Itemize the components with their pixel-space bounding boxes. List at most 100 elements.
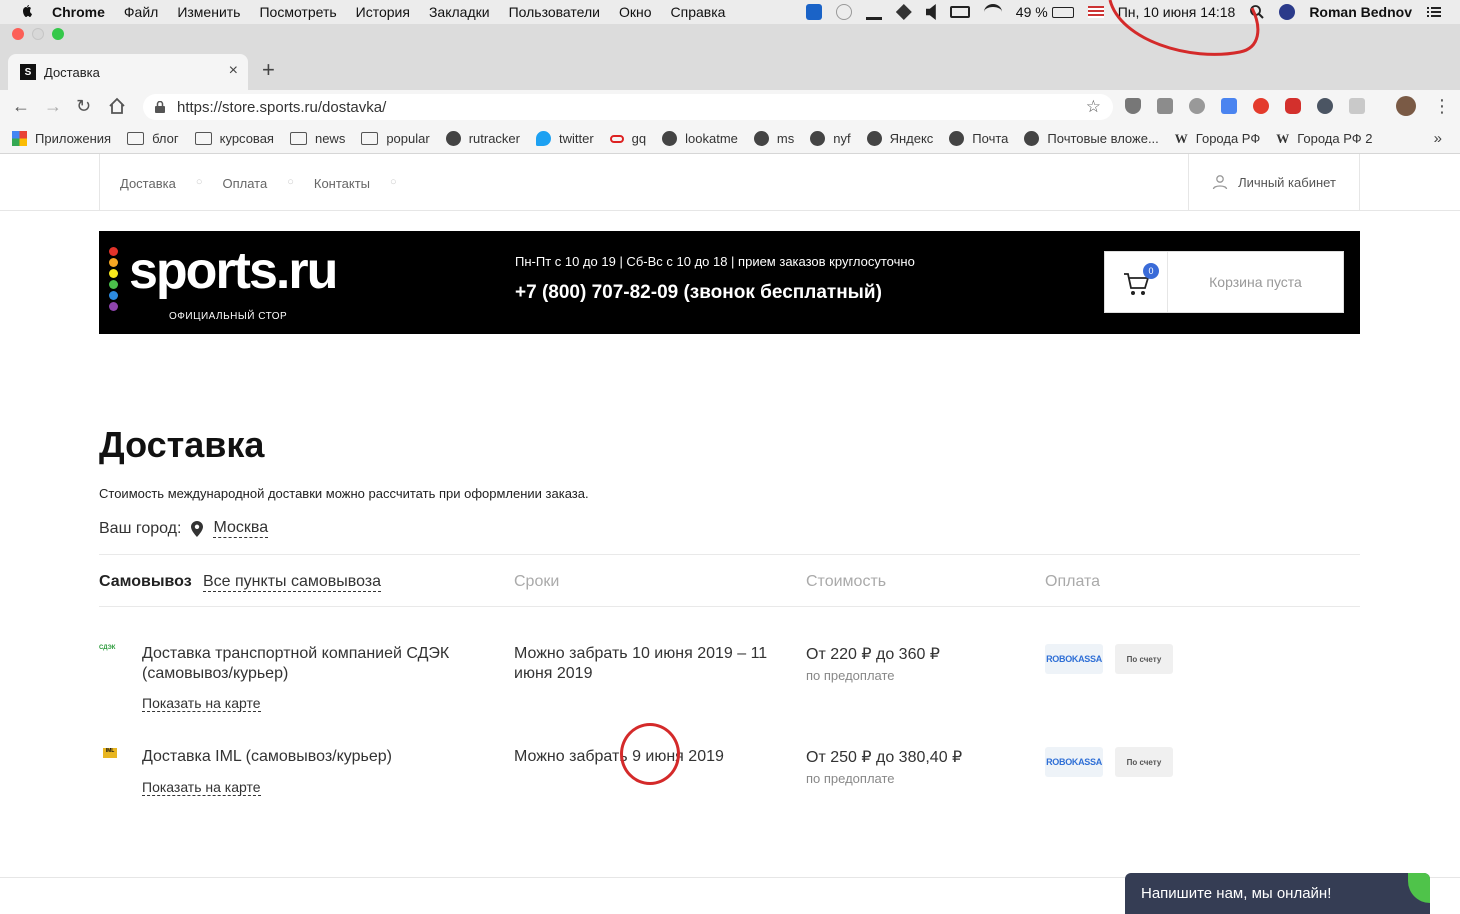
show-on-map-link[interactable]: Показать на карте: [142, 695, 261, 712]
menu-history[interactable]: История: [356, 4, 410, 20]
gq-icon: [609, 134, 624, 143]
browser-tab[interactable]: S Доставка ×: [8, 54, 248, 90]
extension-w-icon[interactable]: [1317, 98, 1333, 114]
notification-center-icon[interactable]: [1426, 4, 1442, 20]
bookmark-nyf[interactable]: nyf: [810, 131, 851, 146]
lock-icon[interactable]: [155, 101, 165, 113]
nav-link-payment[interactable]: Оплата: [222, 176, 267, 191]
airport-icon[interactable]: [865, 4, 882, 20]
nav-link-delivery[interactable]: Доставка: [120, 176, 176, 191]
menu-help[interactable]: Справка: [671, 4, 726, 20]
address-bar[interactable]: https://store.sports.ru/dostavka/ ☆: [143, 94, 1113, 120]
logo-subtitle: ОФИЦИАЛЬНЫЙ СТОР: [169, 311, 288, 322]
apple-logo-icon[interactable]: [18, 4, 34, 20]
bookmark-label: nyf: [833, 131, 851, 146]
cart-status-text: Корзина пуста: [1209, 274, 1302, 290]
bookmark-ms[interactable]: ms: [753, 131, 794, 146]
network-icon[interactable]: [895, 4, 912, 20]
robokassa-logo: ROBOKASSA: [1045, 644, 1103, 674]
show-on-map-link[interactable]: Показать на карте: [142, 779, 261, 796]
extension-database-icon[interactable]: [1189, 98, 1205, 114]
menu-bookmarks[interactable]: Закладки: [429, 4, 490, 20]
extension-red-shield-icon[interactable]: [1253, 98, 1269, 114]
adblock-icon[interactable]: [1285, 98, 1301, 114]
google-translate-icon[interactable]: [1221, 98, 1237, 114]
back-button[interactable]: ←: [12, 96, 30, 116]
bookmark-folder-blog[interactable]: блог: [127, 131, 179, 146]
wifi-icon[interactable]: [983, 4, 1002, 20]
menu-edit[interactable]: Изменить: [177, 4, 240, 20]
teamviewer-icon[interactable]: [805, 4, 822, 20]
chrome-menu-icon[interactable]: ⋮: [1433, 96, 1451, 116]
reload-button[interactable]: ↻: [76, 96, 91, 116]
annotation-arc: [1108, 0, 1260, 56]
bookmark-folder-popular[interactable]: popular: [361, 131, 430, 146]
bookmark-folder-news[interactable]: news: [289, 131, 346, 146]
menu-window[interactable]: Окно: [619, 4, 652, 20]
battery-percent[interactable]: 49 %: [1016, 4, 1048, 20]
divider: [99, 554, 1360, 555]
extension-tools-icon[interactable]: [1349, 98, 1365, 114]
account-link[interactable]: Личный кабинет: [1188, 154, 1359, 210]
city-link[interactable]: Москва: [213, 519, 269, 538]
bookmarks-overflow-button[interactable]: »: [1434, 130, 1442, 147]
bookmark-gq[interactable]: gq: [609, 131, 646, 146]
nav-separator: ○: [390, 176, 397, 188]
new-tab-button[interactable]: +: [262, 58, 275, 82]
nav-link-contacts[interactable]: Контакты: [314, 176, 370, 191]
folder-icon: [361, 132, 379, 145]
nav-separator: ○: [287, 176, 294, 188]
bookmark-cities-rf-2[interactable]: W Города РФ 2: [1276, 131, 1372, 147]
menu-view[interactable]: Посмотреть: [259, 4, 336, 20]
bookmark-apps[interactable]: Приложения: [12, 131, 111, 146]
home-icon[interactable]: [108, 97, 126, 115]
bookmark-label: Приложения: [35, 131, 112, 146]
all-pickup-points-link[interactable]: Все пункты самовывоза: [203, 573, 382, 592]
bookmark-cities-rf[interactable]: W Города РФ: [1175, 131, 1260, 147]
menu-file[interactable]: Файл: [124, 4, 158, 20]
keyboard-icon[interactable]: [949, 6, 970, 18]
extension-puzzle-icon[interactable]: [1157, 98, 1173, 114]
bookmark-label: news: [314, 131, 346, 146]
menu-users[interactable]: Пользователи: [509, 4, 600, 20]
forward-button[interactable]: →: [44, 96, 62, 116]
globe-icon: [662, 131, 678, 146]
wikipedia-icon: W: [1276, 130, 1290, 146]
delivery-option-title: Доставка IML (самовывоз/курьер): [142, 748, 392, 765]
bookmark-folder-coursework[interactable]: курсовая: [194, 131, 274, 146]
url-text[interactable]: https://store.sports.ru/dostavka/: [177, 99, 386, 116]
user-avatar-icon[interactable]: [1279, 4, 1296, 20]
cost-note: по предоплате: [806, 771, 895, 786]
cart-widget[interactable]: 0 Корзина пуста: [1104, 251, 1344, 313]
menubar-username[interactable]: Roman Bednov: [1309, 4, 1412, 20]
bookmark-label: Почта: [972, 131, 1009, 146]
city-selector: Ваш город: Москва: [99, 519, 269, 538]
bookmark-yandex[interactable]: Яндекс: [866, 131, 933, 146]
w-status-icon[interactable]: [835, 4, 852, 20]
bookmark-twitter[interactable]: twitter: [536, 131, 594, 146]
window-minimize-button[interactable]: [32, 28, 44, 40]
twitter-bird-icon: [536, 131, 551, 146]
site-favicon-icon: S: [20, 64, 36, 80]
app-menu-chrome[interactable]: Chrome: [52, 4, 105, 20]
bookmark-lookatme[interactable]: lookatme: [662, 131, 738, 146]
delivery-term: Можно забрать 10 июня 2019 – 11 июня 201…: [514, 645, 768, 682]
bookmark-rutracker[interactable]: rutracker: [445, 131, 520, 146]
cart-icon-box[interactable]: 0: [1105, 252, 1168, 312]
iml-logo: IML: [103, 748, 117, 758]
profile-avatar-icon[interactable]: [1396, 96, 1416, 116]
volume-icon[interactable]: [925, 4, 936, 20]
bookmark-star-icon[interactable]: ☆: [1086, 97, 1101, 117]
window-zoom-button[interactable]: [52, 28, 64, 40]
battery-charging-icon[interactable]: [1051, 6, 1074, 18]
window-close-button[interactable]: [12, 28, 24, 40]
bookmark-mail-attachments[interactable]: Почтовые вложе...: [1024, 131, 1159, 146]
site-logo[interactable]: sports.ru: [129, 241, 338, 301]
tab-close-icon[interactable]: ×: [229, 62, 238, 80]
nav-divider: [0, 210, 1460, 211]
phone-number[interactable]: +7 (800) 707-82-09 (звонок бесплатный): [515, 282, 882, 304]
chat-widget-button[interactable]: Напишите нам, мы онлайн!: [1125, 873, 1430, 914]
nav-separator: ○: [195, 176, 203, 188]
extension-shield-icon[interactable]: [1125, 98, 1141, 114]
bookmark-mail[interactable]: Почта: [949, 131, 1008, 146]
